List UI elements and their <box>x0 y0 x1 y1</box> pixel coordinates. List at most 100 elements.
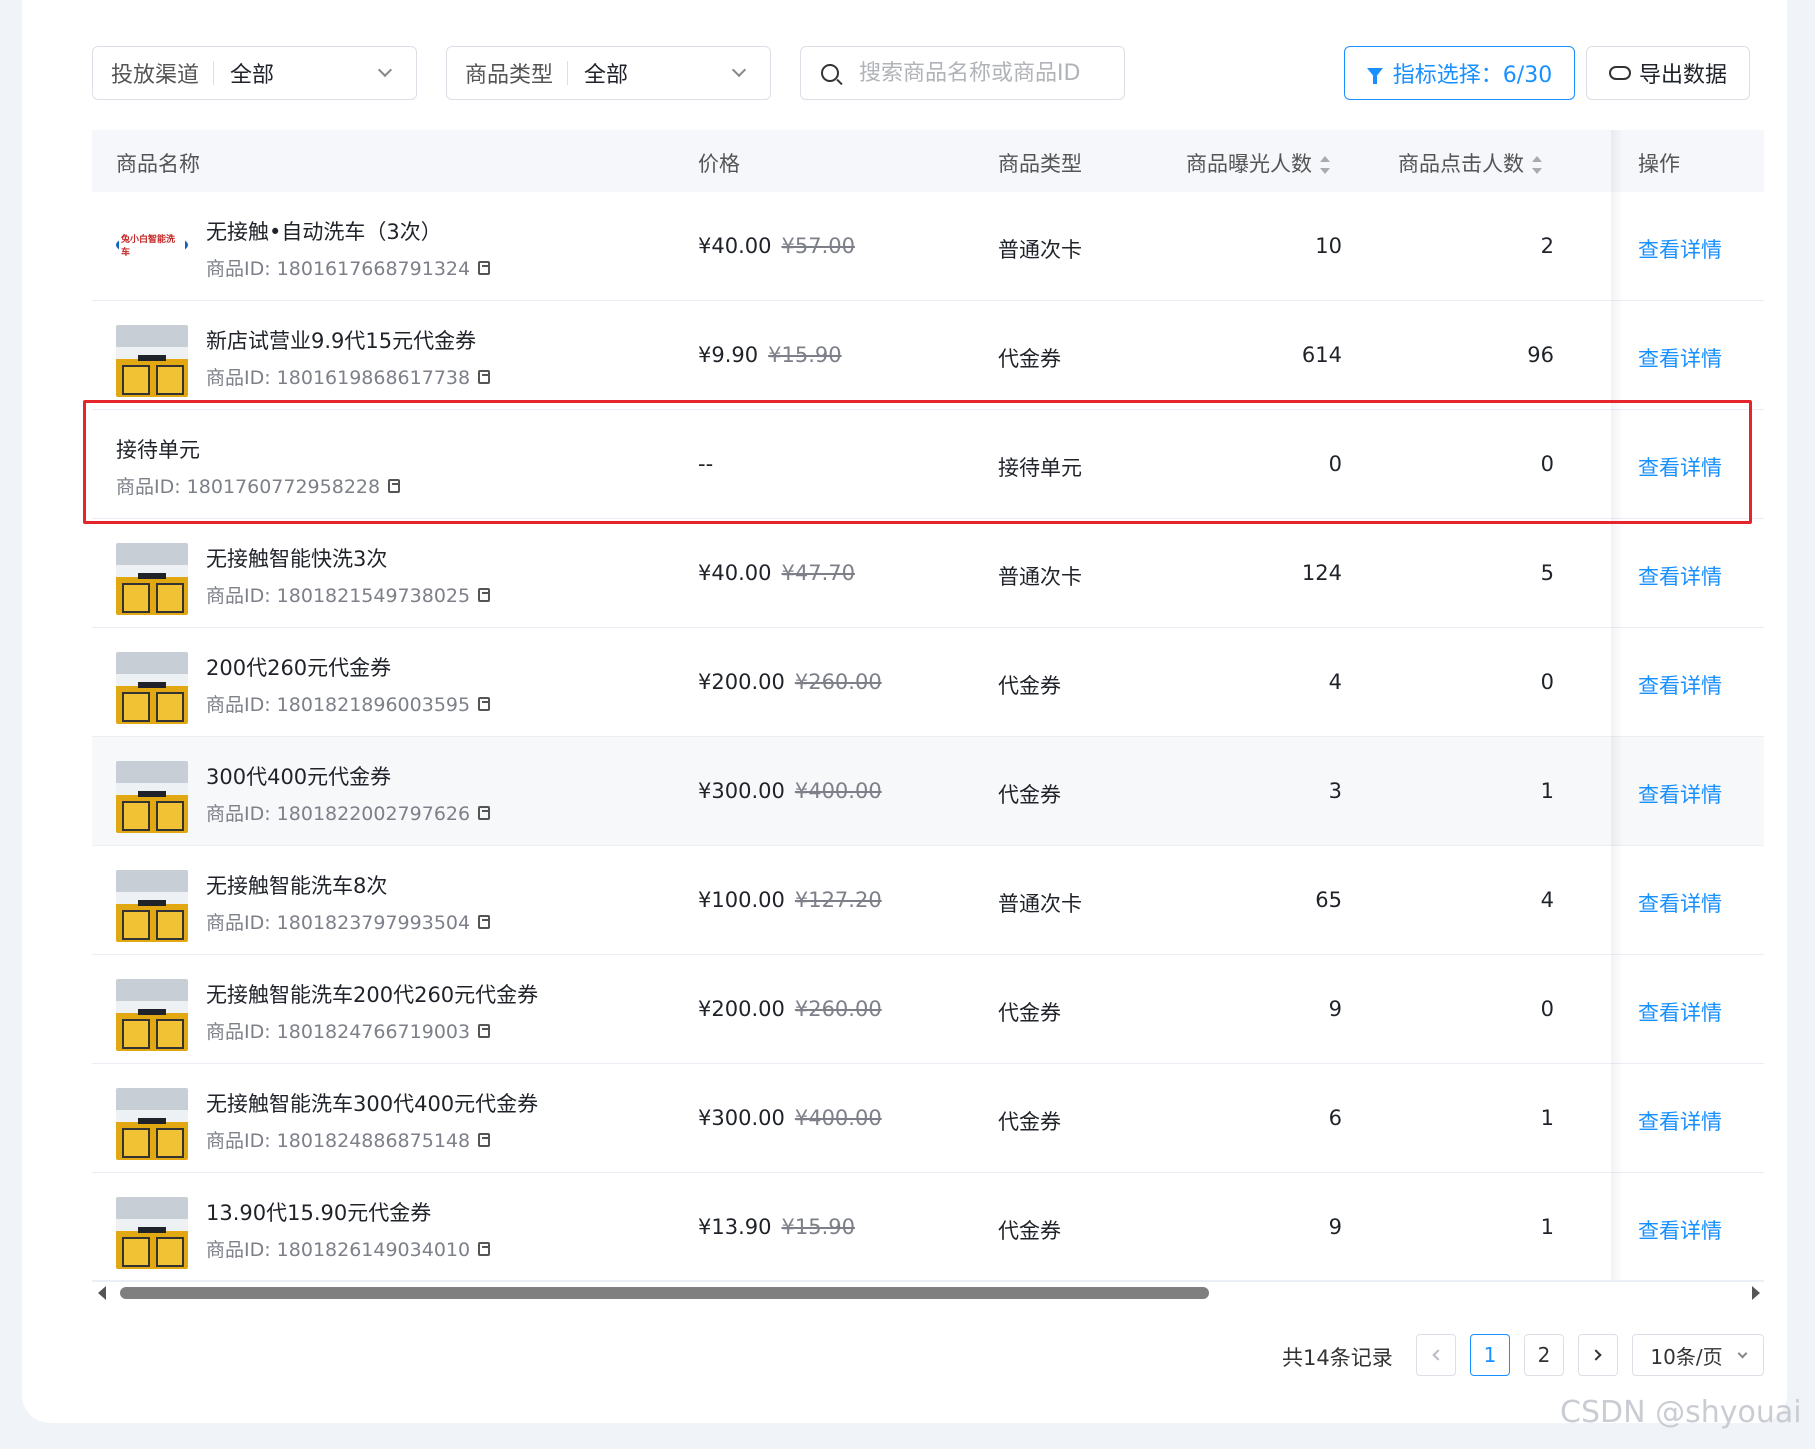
scroll-left-icon[interactable] <box>98 1286 106 1300</box>
export-label: 导出数据 <box>1638 63 1727 88</box>
price-current: ¥300.00 <box>698 1106 785 1130</box>
view-details-link[interactable]: 查看详情 <box>1638 997 1722 1027</box>
clicks-cell: 2 <box>1540 234 1554 258</box>
product-id: 商品ID: 1801821896003595 <box>206 690 491 717</box>
product-name: 新店试营业9.9代15元代金券 <box>206 329 477 353</box>
copy-icon[interactable] <box>478 1132 491 1147</box>
copy-icon[interactable] <box>478 805 491 820</box>
product-id: 商品ID: 1801823797993504 <box>206 908 491 935</box>
header-actions: 操作 <box>1638 152 1680 176</box>
table-row: 接待单元 商品ID: 1801760772958228 -- 接待单元 0 0 查看详情 <box>92 410 1764 519</box>
search-icon <box>821 64 839 82</box>
price-original: ¥47.70 <box>781 561 855 585</box>
header-price: 价格 <box>698 152 740 176</box>
header-clicks[interactable]: 商品点击人数 <box>1398 148 1542 178</box>
page-1-button[interactable]: 1 <box>1470 1334 1510 1376</box>
price-current: ¥300.00 <box>698 779 785 803</box>
price-current: ¥40.00 <box>698 234 772 258</box>
next-page-button[interactable] <box>1578 1334 1618 1376</box>
exposure-cell: 65 <box>1315 888 1342 912</box>
total-records: 共14条记录 <box>1282 1346 1393 1370</box>
price-current: -- <box>698 452 714 476</box>
view-details-link[interactable]: 查看详情 <box>1638 452 1722 482</box>
price-current: ¥100.00 <box>698 888 785 912</box>
product-name: 200代260元代金券 <box>206 656 392 680</box>
header-type: 商品类型 <box>998 152 1082 176</box>
price-current: ¥200.00 <box>698 997 785 1021</box>
sort-icon <box>1320 156 1330 174</box>
copy-icon[interactable] <box>478 1023 491 1038</box>
view-details-link[interactable]: 查看详情 <box>1638 779 1722 809</box>
search-input[interactable] <box>859 60 1109 86</box>
price-original: ¥127.20 <box>794 888 882 912</box>
scroll-right-icon[interactable] <box>1752 1286 1760 1300</box>
type-cell: 代金券 <box>998 347 1061 371</box>
type-cell: 代金券 <box>998 1001 1061 1025</box>
type-select-label: 商品类型 <box>465 63 554 88</box>
product-id: 商品ID: 1801821549738025 <box>206 581 491 608</box>
type-cell: 普通次卡 <box>998 892 1082 916</box>
price-current: ¥9.90 <box>698 343 759 367</box>
prev-page-button[interactable] <box>1416 1334 1456 1376</box>
price-cell: ¥40.00 ¥47.70 <box>698 561 855 585</box>
exposure-cell: 4 <box>1328 670 1342 694</box>
product-thumbnail <box>116 870 188 942</box>
filter-icon <box>1366 68 1383 84</box>
product-thumbnail <box>116 761 188 833</box>
scrollbar-thumb[interactable] <box>120 1287 1209 1299</box>
search-box <box>800 46 1125 100</box>
product-name: 接待单元 <box>116 438 200 462</box>
view-details-link[interactable]: 查看详情 <box>1638 670 1722 700</box>
price-original: ¥15.90 <box>768 343 842 367</box>
copy-icon[interactable] <box>478 369 491 384</box>
view-details-link[interactable]: 查看详情 <box>1638 234 1722 264</box>
copy-icon[interactable] <box>388 478 401 493</box>
type-cell: 代金券 <box>998 674 1061 698</box>
header-name: 商品名称 <box>116 152 200 176</box>
price-original: ¥260.00 <box>794 997 882 1021</box>
horizontal-scrollbar[interactable] <box>92 1280 1764 1302</box>
chevron-left-icon <box>1432 1349 1444 1361</box>
type-select[interactable]: 商品类型 全部 <box>446 46 771 100</box>
page-size-select[interactable]: 10条/页 <box>1632 1334 1764 1376</box>
export-button[interactable]: 导出数据 <box>1586 46 1750 100</box>
table-row: 无接触智能洗车300代400元代金券 商品ID: 1801824886875148… <box>92 1064 1764 1173</box>
copy-icon[interactable] <box>478 587 491 602</box>
price-cell: ¥40.00 ¥57.00 <box>698 234 855 258</box>
clicks-cell: 0 <box>1540 452 1554 476</box>
copy-icon[interactable] <box>478 696 491 711</box>
view-details-link[interactable]: 查看详情 <box>1638 1215 1722 1245</box>
copy-icon[interactable] <box>478 1241 491 1256</box>
clicks-cell: 0 <box>1540 670 1554 694</box>
copy-icon[interactable] <box>478 914 491 929</box>
channel-select[interactable]: 投放渠道 全部 <box>92 46 417 100</box>
view-details-link[interactable]: 查看详情 <box>1638 1106 1722 1136</box>
table-row: 无接触智能洗车200代260元代金券 商品ID: 1801824766719003… <box>92 955 1764 1064</box>
exposure-cell: 614 <box>1301 343 1342 367</box>
exposure-cell: 10 <box>1315 234 1342 258</box>
view-details-link[interactable]: 查看详情 <box>1638 561 1722 591</box>
table-header: 商品名称 价格 商品类型 商品曝光人数 商品点击人数 操作 <box>92 130 1764 192</box>
view-details-link[interactable]: 查看详情 <box>1638 888 1722 918</box>
channel-select-label: 投放渠道 <box>111 63 200 88</box>
type-cell: 普通次卡 <box>998 238 1082 262</box>
table-body: 兔小白智能洗车 无接触•自动洗车（3次） 商品ID: 180161766879132… <box>92 192 1764 1282</box>
product-thumbnail <box>116 543 188 615</box>
product-name: 300代400元代金券 <box>206 765 392 789</box>
page-2-button[interactable]: 2 <box>1524 1334 1564 1376</box>
sort-icon <box>1532 156 1542 174</box>
clicks-cell: 5 <box>1540 561 1554 585</box>
product-id: 商品ID: 1801826149034010 <box>206 1235 491 1262</box>
product-name: 无接触智能洗车300代400元代金券 <box>206 1092 539 1116</box>
csdn-watermark: CSDN @shyouai <box>1560 1395 1802 1430</box>
metric-select-button[interactable]: 指标选择：6/30 <box>1344 46 1575 100</box>
view-details-link[interactable]: 查看详情 <box>1638 343 1722 373</box>
header-exposure[interactable]: 商品曝光人数 <box>1186 148 1330 178</box>
chevron-down-icon <box>377 62 393 78</box>
clicks-cell: 96 <box>1527 343 1554 367</box>
product-thumbnail <box>116 325 188 397</box>
product-name: 无接触智能洗车8次 <box>206 874 388 898</box>
price-cell: ¥200.00 ¥260.00 <box>698 997 882 1021</box>
table-row: 兔小白智能洗车 无接触•自动洗车（3次） 商品ID: 180161766879132… <box>92 192 1764 301</box>
copy-icon[interactable] <box>478 260 491 275</box>
